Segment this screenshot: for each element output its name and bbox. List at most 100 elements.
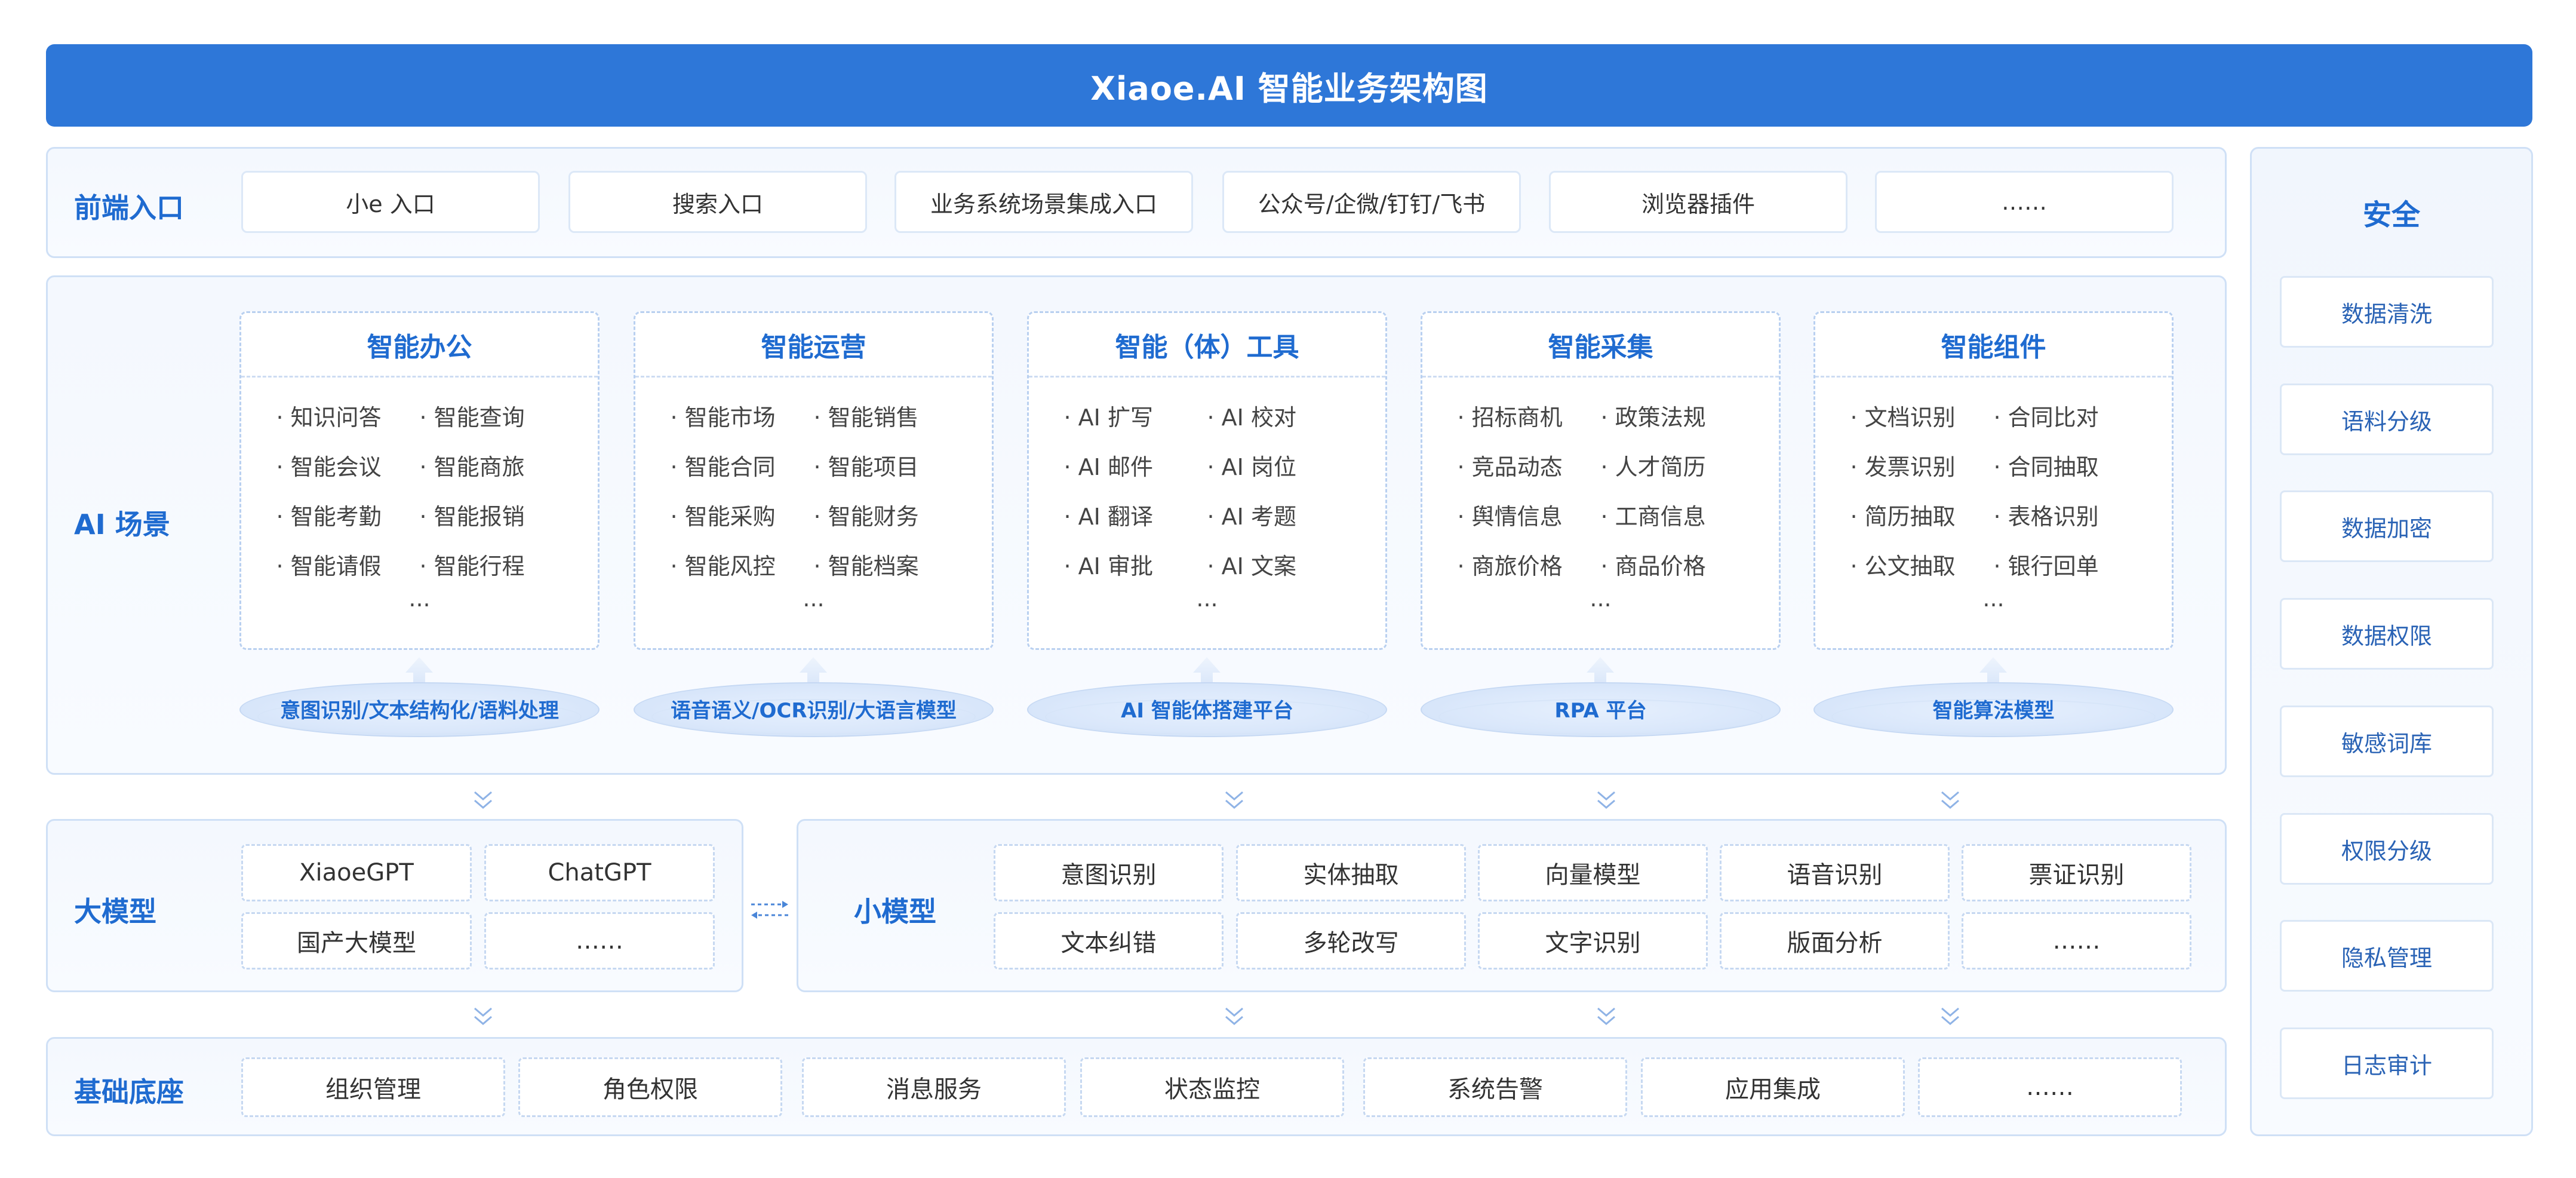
scene-card-item: · 智能查询 [419,404,525,431]
platform-base: 智能算法模型 [1813,657,2174,737]
scene-card: 智能采集 · 招标商机 · 政策法规 · 竞品动态 · 人才简历 · 舆情信息 … [1421,311,1781,650]
scene-card-item: · 商旅价格 [1457,553,1563,579]
double-chevron-down-icon [1597,791,1615,809]
small-model-item: 实体抽取 [1236,844,1466,901]
small-model-item: 语音识别 [1720,844,1950,901]
foundation-item: 应用集成 [1641,1057,1905,1117]
security-item: 敏感词库 [2280,705,2494,777]
large-model-item: 国产大模型 [241,912,472,970]
scene-card-item: · AI 岗位 [1207,454,1296,480]
scene-card: 智能组件 · 文档识别 · 合同比对 · 发票识别 · 合同抽取 · 简历抽取 … [1813,311,2174,650]
frontend-entry: 公众号/企微/钉钉/飞书 [1222,171,1521,233]
double-chevron-down-icon [1225,791,1243,809]
scene-card: 智能运营 · 智能市场 · 智能销售 · 智能合同 · 智能项目 · 智能采购 … [634,311,994,650]
security-item: 日志审计 [2280,1027,2494,1099]
security-item: 隐私管理 [2280,920,2494,992]
scene-card-item: · 知识问答 [276,404,382,431]
foundation-item: 状态监控 [1080,1057,1344,1117]
foundation-item: 角色权限 [518,1057,782,1117]
scene-card-item: · 智能档案 [813,553,919,579]
scene-card: 智能（体）工具 · AI 扩写 · AI 校对 · AI 邮件 · AI 岗位 … [1027,311,1387,650]
scene-card-item: · 文档识别 [1850,404,1956,431]
platform-label: AI 智能体搭建平台 [1121,699,1293,723]
scene-card-item: · 舆情信息 [1457,504,1563,530]
scene-card-more: ... [408,585,431,612]
scene-card-item: · AI 邮件 [1063,454,1153,480]
scene-card-more: ... [1982,585,2005,612]
scene-card-item: · 竞品动态 [1457,454,1563,480]
security-item: 语料分级 [2280,384,2494,455]
foundation-label: 基础底座 [74,1076,184,1108]
foundation-item: 消息服务 [802,1057,1066,1117]
small-model-label: 小模型 [854,895,936,928]
double-chevron-down-icon [474,791,492,809]
diagram-title: Xiaoe.AI 智能业务架构图 [46,44,2532,127]
security-item: 数据清洗 [2280,276,2494,348]
scene-card-item: · 智能项目 [813,454,919,480]
scene-card-item: · 工商信息 [1600,504,1706,530]
frontend-entry: 业务系统场景集成入口 [894,171,1193,233]
security-label: 安全 [2362,198,2420,232]
platform-label: RPA 平台 [1554,699,1647,723]
frontend-entry: …… [1875,171,2174,233]
scene-card-more: ... [803,585,825,612]
scene-card-title: 智能采集 [1422,313,1779,378]
scene-card-item: · 智能会议 [276,454,382,480]
frontend-entry: 浏览器插件 [1549,171,1848,233]
scene-card-item: · AI 文案 [1207,553,1296,579]
scene-card-item: · 合同比对 [1993,404,2099,431]
scene-card-item: · AI 翻译 [1063,504,1153,530]
double-chevron-down-icon [1225,1007,1243,1025]
platform-label: 智能算法模型 [1932,699,2055,723]
double-chevron-down-icon [1941,791,1959,809]
scene-card-item: · 智能报销 [419,504,525,530]
scene-card-title: 智能组件 [1815,313,2172,378]
frontend-entry: 小e 入口 [241,171,540,233]
double-chevron-down-icon [474,1007,492,1025]
ai-scene-label: AI 场景 [74,508,170,541]
scene-card-item: · 商品价格 [1600,553,1706,579]
scene-card-item: · 智能风控 [670,553,776,579]
scene-card-item: · 招标商机 [1457,404,1563,431]
scene-card-more: ... [1590,585,1612,612]
security-item: 数据权限 [2280,598,2494,670]
small-model-item: …… [1962,912,2191,970]
foundation-item: 系统告警 [1363,1057,1627,1117]
scene-card-title: 智能运营 [635,313,992,378]
scene-card-item: · AI 审批 [1063,553,1153,579]
scene-card-item: · 政策法规 [1600,404,1706,431]
scene-card-item: · AI 校对 [1207,404,1296,431]
scene-card-item: · 公文抽取 [1850,553,1956,579]
security-item: 数据加密 [2280,490,2494,562]
small-model-item: 文本纠错 [994,912,1224,970]
scene-card-item: · 智能请假 [276,553,382,579]
scene-card-item: · 表格识别 [1993,504,2099,530]
large-model-item: …… [484,912,715,970]
small-model-item: 意图识别 [994,844,1224,901]
foundation-item: …… [1918,1057,2182,1117]
bidirectional-arrow-icon [751,901,788,919]
scene-card-item: · 智能考勤 [276,504,382,530]
small-model-item: 文字识别 [1478,912,1708,970]
platform-label: 语音语义/OCR识别/大语言模型 [671,699,957,723]
frontend-entry: 搜索入口 [568,171,867,233]
scene-card: 智能办公 · 知识问答 · 智能查询 · 智能会议 · 智能商旅 · 智能考勤 … [239,311,600,650]
scene-card-more: ... [1196,585,1218,612]
scene-card-title: 智能（体）工具 [1029,313,1385,378]
large-model-item: XiaoeGPT [241,844,472,901]
scene-card-item: · 智能行程 [419,553,525,579]
platform-label: 意图识别/文本结构化/语料处理 [280,699,559,723]
scene-card-item: · 智能财务 [813,504,919,530]
large-model-item: ChatGPT [484,844,715,901]
double-chevron-down-icon [1597,1007,1615,1025]
scene-card-title: 智能办公 [241,313,598,378]
double-chevron-down-icon [1941,1007,1959,1025]
small-model-item: 向量模型 [1478,844,1708,901]
frontend-label: 前端入口 [74,192,184,224]
scene-card-item: · 智能采购 [670,504,776,530]
security-item: 权限分级 [2280,813,2494,885]
scene-card-item: · AI 扩写 [1063,404,1153,431]
platform-base: 意图识别/文本结构化/语料处理 [239,657,600,737]
scene-card-item: · 人才简历 [1600,454,1706,480]
scene-card-item: · 银行回单 [1993,553,2099,579]
